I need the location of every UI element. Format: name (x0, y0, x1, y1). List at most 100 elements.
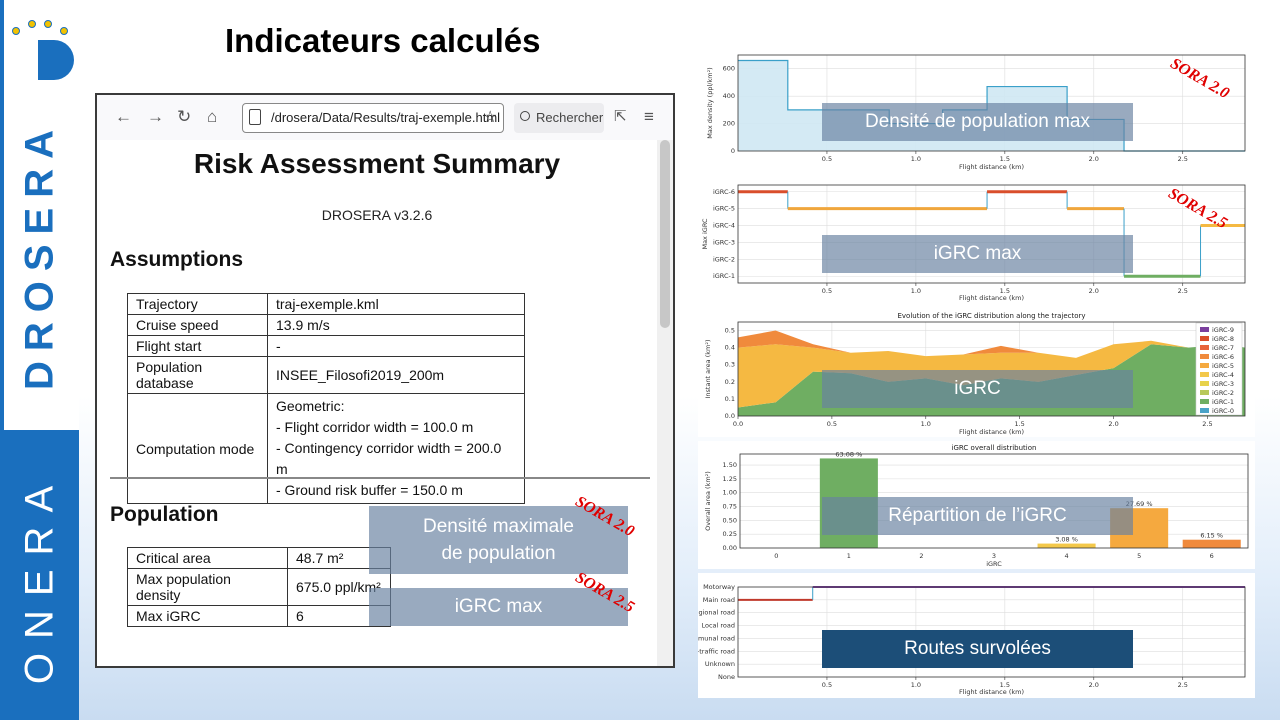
bar-label: 6.15 % (1200, 532, 1223, 540)
divider (110, 477, 650, 479)
url-bar[interactable]: /drosera/Data/Results/traj-exemple.html (242, 103, 504, 133)
y-tick-label: iGRC-5 (713, 205, 735, 213)
home-icon[interactable]: ⌂ (207, 107, 217, 127)
doc-version: DROSERA v3.2.6 (321, 207, 433, 223)
x-tick-label: 0 (774, 552, 778, 560)
y-axis-label: Max iGRC (701, 218, 709, 250)
x-tick-label: 2.5 (1178, 681, 1188, 689)
bar (1182, 539, 1241, 548)
table-cell: Geometric: - Flight corridor width = 100… (267, 393, 525, 504)
back-icon[interactable]: ← (115, 107, 132, 127)
y-tick-label: Unknown (705, 660, 735, 668)
table-row: Max population density 675.0 ppl/km² (127, 568, 391, 606)
bar-label: 3.08 % (1055, 536, 1078, 544)
y-tick-label: 0.0 (725, 412, 735, 420)
reload-icon[interactable]: ↻ (177, 107, 191, 127)
y-axis-label: Overall area (km²) (704, 471, 712, 531)
x-tick-label: 1.0 (911, 155, 921, 163)
computation-line: - Contingency corridor width = 200.0 m (276, 440, 502, 477)
y-tick-label: Main road (703, 596, 735, 604)
y-tick-label: iGRC-2 (713, 255, 735, 263)
y-tick-label: 0 (731, 147, 735, 155)
x-tick-label: 2.0 (1089, 681, 1099, 689)
y-tick-label: iGRC-1 (713, 272, 735, 280)
assumptions-table: Trajectory traj-exemple.kml Cruise speed 1… (127, 293, 525, 504)
forward-icon[interactable]: → (147, 107, 164, 127)
y-tick-label: Local road (701, 622, 735, 630)
x-tick-label: 2.5 (1178, 287, 1188, 295)
x-tick-label: 1.0 (921, 420, 931, 428)
computation-line: - Flight corridor width = 100.0 m (276, 419, 474, 435)
y-tick-label: iGRC-4 (713, 222, 735, 230)
brand-strip (0, 0, 4, 720)
y-tick-label: 1.00 (723, 489, 737, 497)
x-tick-label: 1.5 (1000, 155, 1010, 163)
x-tick-label: 2.5 (1202, 420, 1212, 428)
roads-chart-overlay: Routes survolées (822, 630, 1133, 668)
logo-dot-icon (60, 27, 68, 35)
menu-icon[interactable]: ≡ (644, 107, 654, 127)
table-row: Critical area 48.7 m² (127, 547, 391, 569)
y-tick-label: 200 (723, 120, 735, 128)
search-label: Rechercher (536, 110, 604, 125)
url-text: /drosera/Data/Results/traj-exemple.html (271, 110, 501, 125)
x-axis-label: Flight distance (km) (959, 163, 1024, 171)
y-tick-label: munal road (698, 634, 735, 642)
x-axis-label: iGRC (986, 560, 1002, 568)
bookmark-star-icon[interactable]: ☆ (483, 107, 497, 127)
table-cell: Max population density (127, 568, 288, 606)
table-cell: Max iGRC (127, 605, 288, 627)
legend-swatch (1200, 336, 1209, 341)
table-cell: Population database (127, 356, 268, 394)
legend-label: iGRC-3 (1212, 380, 1234, 388)
table-row: Cruise speed 13.9 m/s (127, 314, 525, 336)
x-tick-label: 0.5 (822, 287, 832, 295)
overlay-line: de population (441, 543, 556, 564)
legend-swatch (1200, 381, 1209, 386)
x-tick-label: 1.5 (1014, 420, 1024, 428)
legend-label: iGRC-9 (1212, 326, 1234, 334)
y-tick-label: -traffic road (698, 647, 735, 655)
population-table: Critical area 48.7 m² Max population dens… (127, 547, 391, 627)
legend-label: iGRC-5 (1212, 362, 1234, 370)
y-tick-label: 1.25 (723, 475, 737, 483)
search-icon (520, 111, 530, 121)
browser-toolbar: ← → ↻ ⌂ /drosera/Data/Results/traj-exemp… (97, 95, 673, 140)
doc-title: Risk Assessment Summary (193, 148, 561, 179)
y-tick-label: 0.50 (723, 516, 737, 524)
evolution-chart-overlay: iGRC (822, 370, 1133, 408)
bar-label: 63.08 % (835, 450, 862, 458)
assumptions-heading: Assumptions (110, 248, 244, 271)
computation-line: Geometric: (276, 398, 345, 414)
x-tick-label: 2.0 (1089, 155, 1099, 163)
search-button[interactable]: Rechercher (514, 103, 604, 133)
legend-label: iGRC-6 (1212, 353, 1234, 361)
table-cell: Computation mode (127, 393, 268, 504)
computation-line: - Ground risk buffer = 150.0 m (276, 482, 463, 498)
scrollbar[interactable] (657, 140, 673, 666)
y-tick-label: 0.25 (723, 530, 737, 538)
table-row: Trajectory traj-exemple.kml (127, 293, 525, 315)
extensions-icon[interactable]: ⇱ (614, 107, 627, 125)
table-row: Flight start - (127, 335, 525, 357)
chart-title: iGRC overall distribution (952, 444, 1037, 452)
legend-swatch (1200, 354, 1209, 359)
y-tick-label: 0.5 (725, 327, 735, 335)
slide-title: Indicateurs calculés (225, 22, 541, 59)
density-chart-overlay: Densité de population max (822, 103, 1133, 141)
table-cell: Flight start (127, 335, 268, 357)
chart-title: Evolution of the iGRC distribution along… (897, 312, 1085, 320)
y-axis-label: Max density (ppl/km²) (706, 67, 714, 138)
scrollbar-thumb[interactable] (660, 140, 670, 328)
table-cell: Trajectory (127, 293, 268, 315)
legend-swatch (1200, 345, 1209, 350)
y-tick-label: 600 (723, 65, 735, 73)
table-cell: INSEE_Filosofi2019_200m (267, 356, 525, 394)
x-tick-label: 2.0 (1108, 420, 1118, 428)
y-tick-label: 400 (723, 92, 735, 100)
x-tick-label: 0.5 (822, 155, 832, 163)
table-cell: Cruise speed (127, 314, 268, 336)
logo-dot-icon (12, 27, 20, 35)
y-tick-label: 0.3 (725, 361, 735, 369)
x-tick-label: 1.0 (911, 287, 921, 295)
